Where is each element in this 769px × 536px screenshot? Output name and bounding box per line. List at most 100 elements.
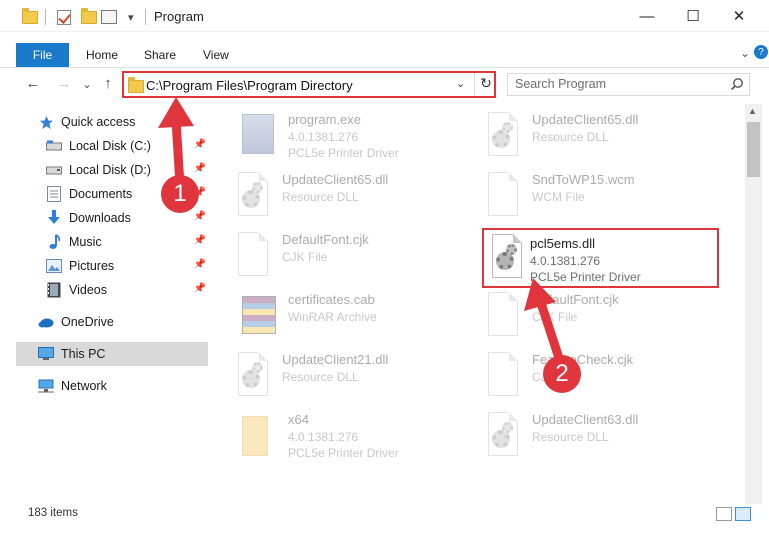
list-item[interactable]: UpdateClient65.dll Resource DLL [482,110,722,166]
dll-icon [482,412,524,460]
list-item[interactable]: UpdateClient21.dll Resource DLL [232,350,472,406]
pictures-icon [46,258,62,274]
file-name: UpdateClient65.dll [282,172,389,187]
sidebar-item-label: Videos [69,283,107,297]
address-path[interactable]: C:\Program Files\Program Directory [146,78,353,93]
search-box[interactable] [507,73,750,96]
sidebar-item-label: Documents [69,187,133,201]
list-item[interactable]: FeatureCheck.cjk CJK File [482,350,722,406]
file-icon [482,292,524,340]
chevron-down-icon[interactable]: ⌄ [456,77,465,90]
file-detail: PCL5e Printer Driver [288,146,399,160]
sidebar-item-label: Music [69,235,102,249]
tab-home[interactable]: Home [86,48,118,62]
sidebar-item-quick-access[interactable]: Quick access [38,110,208,134]
list-item[interactable]: DefaultFont.cjk CJK File [482,290,722,346]
pin-icon[interactable]: 📌 [194,139,206,150]
vertical-scrollbar[interactable]: ▲ [745,104,762,504]
sidebar-item-videos[interactable]: Videos 📌 [46,278,208,302]
file-detail: 4.0.1381.276 [530,254,601,268]
pin-icon[interactable]: 📌 [194,259,206,270]
quick-access-dropdown[interactable]: ▾ [128,8,134,26]
chevron-down-icon[interactable]: ⌄ [740,46,750,60]
folder-icon [22,7,38,26]
network-icon [38,378,54,394]
tab-file[interactable]: File [16,43,69,67]
sidebar-item-music[interactable]: Music 📌 [46,230,208,254]
highlighted-file-pcl5ems[interactable]: pcl5ems.dll 4.0.1381.276 PCL5e Printer D… [482,228,719,288]
sidebar-item-local-disk-c[interactable]: Local Disk (C:) 📌 [46,134,208,158]
window-title: Program [154,9,204,24]
help-icon[interactable]: ? [754,45,768,59]
file-detail: Resource DLL [532,430,609,444]
star-icon [38,114,54,130]
list-item[interactable]: program.exe 4.0.1381.276 PCL5e Printer D… [238,110,478,166]
refresh-icon[interactable]: ↻ [477,75,495,93]
navigation-pane: Quick access Local Disk (C:) 📌 Local Dis… [0,104,210,504]
title-bar: ▾ Program — ☐ ✕ [0,0,769,32]
tiles-view-icon[interactable] [735,507,751,521]
sidebar-item-onedrive[interactable]: OneDrive [38,310,208,334]
separator [474,73,475,96]
scroll-thumb[interactable] [747,122,760,177]
up-button[interactable]: ↑ [99,75,117,92]
file-name: pcl5ems.dll [530,236,596,251]
list-item[interactable]: SndToWP15.wcm WCM File [482,170,722,226]
list-item[interactable]: UpdateClient65.dll Resource DLL [232,170,472,226]
file-name: x64 [288,412,309,427]
back-button[interactable]: ← [24,75,42,92]
recent-locations-button[interactable]: ⌄ [78,78,96,91]
close-button[interactable]: ✕ [716,0,762,32]
minimize-button[interactable]: — [624,0,670,32]
file-list: program.exe 4.0.1381.276 PCL5e Printer D… [210,104,743,504]
new-folder-icon[interactable] [81,7,97,26]
sidebar-item-label: Local Disk (D:) [69,163,151,177]
sidebar-item-label: Downloads [69,211,131,225]
sidebar-item-this-pc[interactable]: This PC [16,342,208,366]
dll-icon [232,172,274,220]
sidebar-item-label: This PC [61,347,106,361]
list-item[interactable]: certificates.cab WinRAR Archive [238,290,478,346]
drive-icon [46,138,62,154]
videos-icon [46,282,62,298]
search-icon[interactable] [730,77,744,91]
pin-icon[interactable]: 📌 [194,211,206,222]
sidebar-item-pictures[interactable]: Pictures 📌 [46,254,208,278]
exe-icon [238,112,280,160]
pin-icon[interactable]: 📌 [194,235,206,246]
file-name: SndToWP15.wcm [532,172,635,187]
tab-share[interactable]: Share [144,48,176,62]
address-bar[interactable]: C:\Program Files\Program Directory ⌄ ↻ [122,71,496,98]
list-item[interactable]: x64 4.0.1381.276 PCL5e Printer Driver [238,410,478,466]
properties-check-icon[interactable] [57,8,71,26]
search-input[interactable] [515,77,725,91]
file-name: program.exe [288,112,361,127]
file-detail: CJK File [282,250,328,264]
file-name: DefaultFont.cjk [282,232,369,247]
tab-view[interactable]: View [203,48,229,62]
list-item[interactable]: UpdateClient63.dll Resource DLL [482,410,722,466]
file-detail: WinRAR Archive [288,310,377,324]
file-detail: 4.0.1381.276 [288,130,359,144]
sidebar-item-label: Network [61,379,107,393]
file-detail: 4.0.1381.276 [288,430,359,444]
cloud-icon [38,314,54,330]
forward-button[interactable]: → [55,75,73,92]
maximize-button[interactable]: ☐ [670,0,716,32]
music-icon [46,234,62,250]
properties-icon[interactable] [101,8,117,26]
details-view-icon[interactable] [716,507,732,521]
status-bar: 183 items [0,504,769,536]
annotation-badge-2: 2 [543,355,581,393]
pin-icon[interactable]: 📌 [194,163,206,174]
separator [45,8,46,26]
sidebar-item-network[interactable]: Network [38,374,208,398]
file-detail: Resource DLL [282,370,359,384]
file-detail: WCM File [532,190,585,204]
list-item[interactable]: DefaultFont.cjk CJK File [232,230,472,286]
chevron-up-icon[interactable]: ▲ [748,106,757,116]
pin-icon[interactable]: 📌 [194,283,206,294]
drive-icon [46,162,62,178]
file-name: UpdateClient63.dll [532,412,639,427]
file-detail: Resource DLL [532,130,609,144]
